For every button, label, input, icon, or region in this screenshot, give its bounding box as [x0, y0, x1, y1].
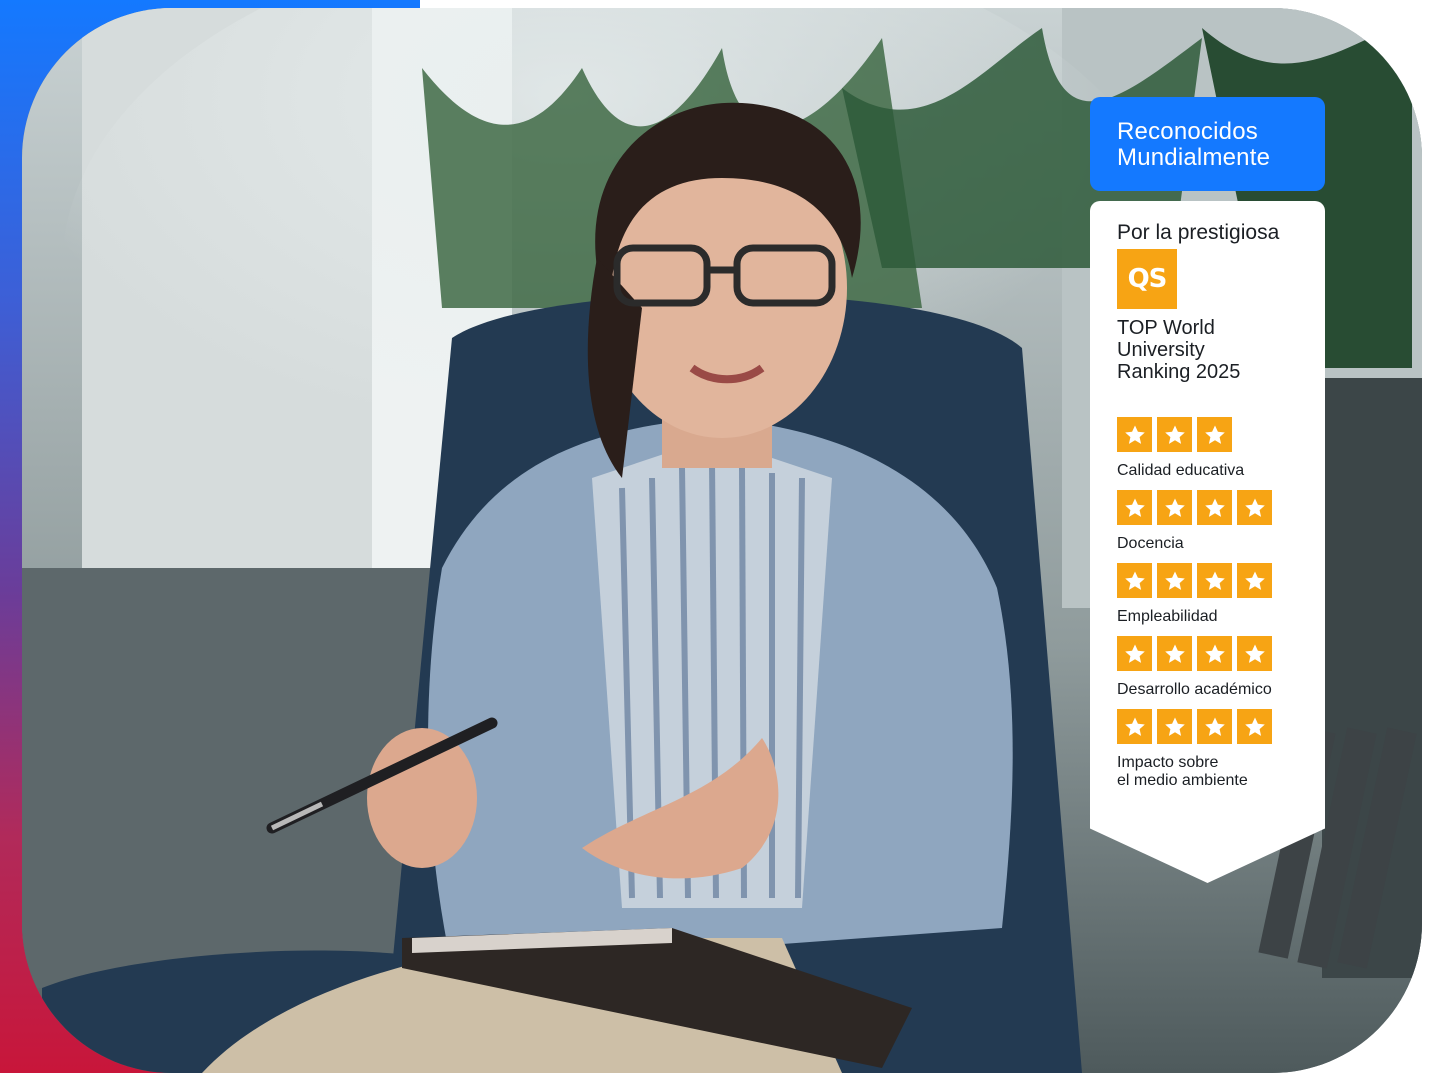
rating-criteria: Calidad educativa Docencia Empleabilidad De…: [1117, 417, 1325, 790]
criterion-label: Desarrollo académico: [1117, 681, 1325, 699]
star-icon: [1157, 563, 1192, 598]
badge-intro: Por la prestigiosa: [1117, 221, 1280, 244]
ranking-badge: Por la prestigiosa QS TOP World Universi…: [1090, 201, 1325, 883]
star-icon: [1197, 563, 1232, 598]
ranking-line-2: University: [1117, 339, 1205, 361]
rating-criterion: Empleabilidad: [1117, 563, 1325, 626]
qs-logo: QS: [1117, 249, 1177, 309]
star-icon: [1117, 709, 1152, 744]
star-icon: [1117, 417, 1152, 452]
ranking-title: TOP World University Ranking 2025: [1117, 317, 1325, 383]
qs-logo-text: QS: [1127, 264, 1168, 294]
star-rating: [1117, 709, 1325, 744]
star-rating: [1117, 417, 1325, 452]
header-line-1: Reconocidos: [1117, 118, 1258, 145]
star-icon: [1237, 563, 1272, 598]
rating-criterion: Calidad educativa: [1117, 417, 1325, 480]
star-icon: [1157, 709, 1192, 744]
star-rating: [1117, 490, 1325, 525]
criterion-label: Calidad educativa: [1117, 462, 1325, 480]
header-line-2: Mundialmente: [1117, 144, 1271, 171]
criterion-label-line-2: el medio ambiente: [1117, 772, 1248, 789]
star-icon: [1117, 636, 1152, 671]
criterion-label: Empleabilidad: [1117, 608, 1325, 626]
rating-criterion: Impacto sobre el medio ambiente: [1117, 709, 1325, 790]
criterion-label-line-1: Calidad educativa: [1117, 462, 1245, 479]
star-icon: [1157, 490, 1192, 525]
criterion-label: Docencia: [1117, 535, 1325, 553]
star-icon: [1237, 709, 1272, 744]
rating-criterion: Docencia: [1117, 490, 1325, 553]
criterion-label-line-1: Impacto sobre: [1117, 754, 1219, 771]
star-icon: [1237, 636, 1272, 671]
star-icon: [1197, 709, 1232, 744]
criterion-label: Impacto sobre el medio ambiente: [1117, 754, 1325, 790]
hero-banner: Reconocidos Mundialmente Por la prestigi…: [0, 0, 1436, 1073]
star-icon: [1237, 490, 1272, 525]
criterion-label-line-1: Desarrollo académico: [1117, 681, 1272, 698]
star-icon: [1117, 563, 1152, 598]
star-icon: [1157, 417, 1192, 452]
star-rating: [1117, 636, 1325, 671]
ranking-line-1: TOP World: [1117, 317, 1215, 339]
star-icon: [1157, 636, 1192, 671]
criterion-label-line-1: Empleabilidad: [1117, 608, 1218, 625]
star-icon: [1197, 417, 1232, 452]
star-rating: [1117, 563, 1325, 598]
star-icon: [1197, 490, 1232, 525]
ranking-line-3: Ranking 2025: [1117, 361, 1241, 383]
rating-criterion: Desarrollo académico: [1117, 636, 1325, 699]
star-icon: [1117, 490, 1152, 525]
recognition-header: Reconocidos Mundialmente: [1090, 97, 1325, 191]
criterion-label-line-1: Docencia: [1117, 535, 1184, 552]
star-icon: [1197, 636, 1232, 671]
